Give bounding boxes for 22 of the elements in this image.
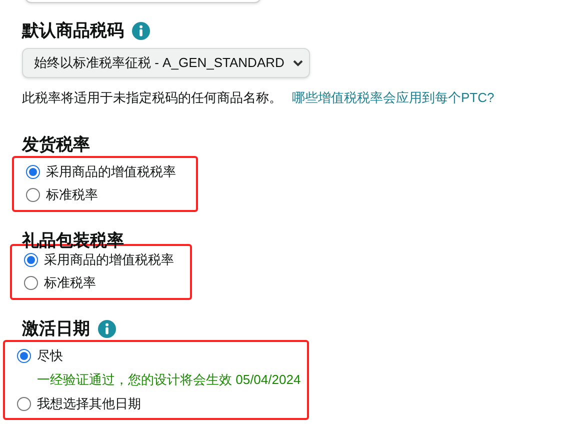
option-label[interactable]: 采用商品的增值税税率 (46, 162, 176, 182)
chevron-icon (293, 60, 303, 66)
radio-button[interactable] (17, 396, 31, 410)
option-label[interactable]: 尽快 (37, 346, 63, 366)
option-label[interactable]: 采用商品的增值税税率 (44, 250, 174, 270)
info-icon[interactable] (98, 320, 116, 338)
option-label[interactable]: 标准税率 (44, 273, 96, 293)
radio-button[interactable] (26, 165, 40, 179)
option-label[interactable]: 标准税率 (46, 185, 98, 205)
radio-button[interactable] (24, 253, 38, 267)
tax-code-select[interactable]: 始终以标准税率征税 - A_GEN_STANDARD (22, 48, 310, 78)
option-label[interactable]: 我想选择其他日期 (37, 394, 141, 414)
help-text: 此税率将适用于未指定税码的任何商品名称。 (22, 89, 282, 107)
help-link[interactable]: 哪些增值税税率会应用到每个PTC? (292, 88, 494, 108)
radio-button[interactable] (26, 188, 40, 202)
section-heading: 默认商品税码 (22, 20, 124, 42)
section-heading: 激活日期 (22, 318, 90, 340)
activation-note: 一经验证通过，您的设计将会生效 05/04/2024 (37, 370, 301, 388)
info-icon[interactable] (132, 22, 150, 40)
radio-button[interactable] (17, 349, 31, 363)
section-heading: 发货税率 (22, 134, 90, 156)
radio-button[interactable] (24, 276, 38, 290)
